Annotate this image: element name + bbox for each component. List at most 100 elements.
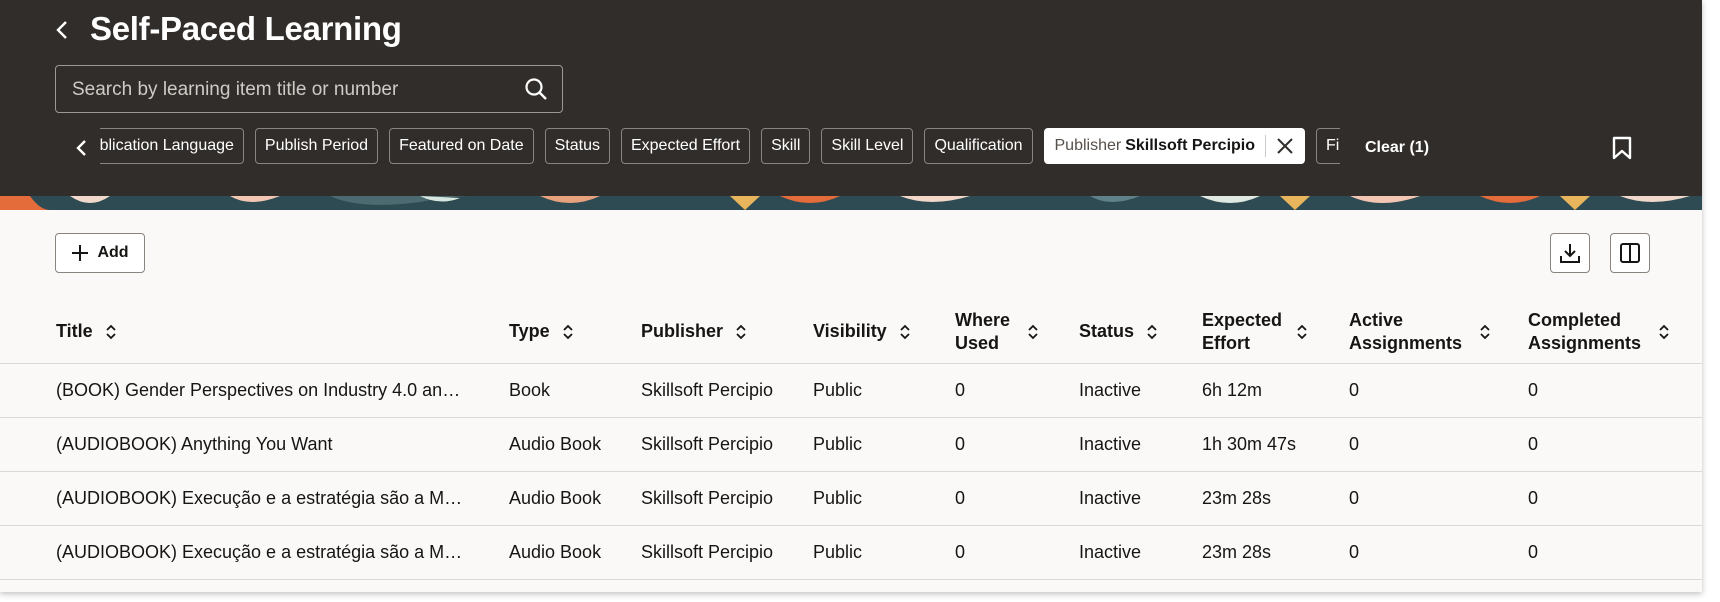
column-header-title[interactable]: Title (0, 300, 509, 364)
chip-publish-period[interactable]: Publish Period (254, 128, 379, 164)
title-link[interactable]: (AUDIOBOOK) Anything You Want (0, 417, 509, 472)
active-assignments-cell: 0 (1349, 471, 1528, 526)
chip-publication-language[interactable]: Publication Language (100, 128, 244, 164)
add-button[interactable]: Add (55, 233, 145, 273)
title-link[interactable]: (AUDIOBOOK) Execução e a estratégia são … (0, 471, 509, 526)
columns-icon (1620, 243, 1640, 263)
page-header: Self-Paced Learning Publication Language… (0, 0, 1702, 196)
where-used-cell: 0 (955, 417, 1079, 472)
table-row[interactable]: (AUDIOBOOK) Execução e a estratégia são … (0, 525, 1702, 580)
chips-scroll-left-button[interactable] (68, 134, 94, 162)
bookmark-icon (1612, 136, 1632, 160)
column-label: Status (1079, 321, 1135, 341)
page-title: Self-Paced Learning (90, 10, 402, 47)
column-header-expected-effort[interactable]: Expected Effort (1202, 300, 1349, 364)
search-input[interactable] (70, 66, 514, 114)
title-link[interactable]: (AUDIOBOOK) Execução e a estratégia são … (0, 525, 509, 580)
expected-effort-cell: 23m 28s (1202, 525, 1349, 580)
column-header-where-used[interactable]: Where Used (955, 300, 1079, 364)
completed-assignments-cell: 0 (1528, 525, 1702, 580)
active-assignments-cell: 0 (1349, 363, 1528, 418)
download-icon (1560, 244, 1580, 263)
chevron-left-icon (76, 140, 86, 156)
where-used-cell: 0 (955, 363, 1079, 418)
sort-icon[interactable] (1479, 323, 1491, 341)
chip-featured-on-date[interactable]: Featured on Date (389, 128, 534, 164)
column-label: Active Assignments (1349, 309, 1463, 353)
remove-filter-button[interactable] (1276, 137, 1294, 155)
sort-icon[interactable] (1296, 323, 1308, 341)
filter-chips-bar: Publication Language Publish Period Feat… (100, 128, 1340, 168)
where-used-cell: 0 (955, 525, 1079, 580)
chip-label: Skill Level (831, 137, 904, 154)
search-icon[interactable] (524, 77, 548, 106)
column-label: Type (509, 321, 550, 341)
column-header-type[interactable]: Type (509, 300, 641, 364)
status-cell: Inactive (1079, 417, 1202, 472)
title-link[interactable]: (BOOK) Gender Perspectives on Industry 4… (0, 363, 509, 418)
chip-label: Skill (771, 137, 801, 154)
visibility-cell: Public (813, 417, 955, 472)
table-row[interactable]: (AUDIOBOOK) Anything You Want Audio Book… (0, 417, 1702, 472)
chip-label: Publish Period (264, 137, 369, 154)
status-cell: Inactive (1079, 363, 1202, 418)
visibility-cell: Public (813, 363, 955, 418)
chevron-left-icon (56, 21, 67, 39)
column-layout-button[interactable] (1610, 233, 1650, 273)
sort-icon[interactable] (1027, 323, 1039, 341)
chip-skill[interactable]: Skill (761, 128, 811, 164)
add-button-label: Add (97, 244, 129, 261)
back-button[interactable] (48, 16, 76, 44)
expected-effort-cell: 1h 30m 47s (1202, 417, 1349, 472)
publisher-cell: Skillsoft Percipio (641, 525, 813, 580)
table-row[interactable]: (AUDIOBOOK) Execução e a estratégia são … (0, 471, 1702, 526)
chip-publisher-active[interactable]: Publisher Skillsoft Percipio (1043, 128, 1306, 164)
close-icon (1277, 138, 1293, 154)
download-button[interactable] (1550, 233, 1590, 273)
completed-assignments-cell: 0 (1528, 417, 1702, 472)
type-cell: Audio Book (509, 417, 641, 472)
table-row[interactable]: (BOOK) Gender Perspectives on Industry 4… (0, 363, 1702, 418)
column-label: Expected Effort (1202, 309, 1283, 353)
sort-icon[interactable] (1658, 323, 1670, 341)
chip-expected-effort[interactable]: Expected Effort (620, 128, 751, 164)
column-header-status[interactable]: Status (1079, 300, 1202, 364)
column-label: Completed Assignments (1528, 309, 1642, 353)
chip-label: Qualification (934, 137, 1023, 154)
type-cell: Book (509, 363, 641, 418)
main-content: Add Title Type Publisher Visibility Wher… (0, 210, 1702, 592)
bookmark-button[interactable] (1612, 136, 1632, 165)
active-filter-label: Publisher (1054, 137, 1122, 154)
column-header-publisher[interactable]: Publisher (641, 300, 813, 364)
column-header-active-assignments[interactable]: Active Assignments (1349, 300, 1528, 364)
visibility-cell: Public (813, 471, 955, 526)
chip-status[interactable]: Status (544, 128, 610, 164)
type-cell: Audio Book (509, 525, 641, 580)
sort-icon[interactable] (105, 323, 117, 341)
app-frame: Self-Paced Learning Publication Language… (0, 0, 1702, 592)
chip-label: Status (554, 137, 600, 154)
sort-icon[interactable] (1146, 323, 1158, 341)
completed-assignments-cell: 0 (1528, 471, 1702, 526)
filters-label: Filters (1326, 137, 1340, 154)
sort-icon[interactable] (735, 323, 747, 341)
status-cell: Inactive (1079, 525, 1202, 580)
clear-filters-link[interactable]: Clear (1) (1365, 139, 1429, 157)
column-header-visibility[interactable]: Visibility (813, 300, 955, 364)
chip-skill-level[interactable]: Skill Level (821, 128, 914, 164)
column-label: Title (56, 321, 93, 341)
sort-icon[interactable] (899, 323, 911, 341)
column-label: Where Used (955, 309, 1011, 353)
expected-effort-cell: 23m 28s (1202, 471, 1349, 526)
divider (1265, 135, 1267, 157)
column-header-completed-assignments[interactable]: Completed Assignments (1528, 300, 1702, 364)
sort-icon[interactable] (562, 323, 574, 341)
chip-label: Featured on Date (399, 137, 524, 154)
filters-button[interactable]: Filters (1316, 128, 1340, 164)
chip-label: Expected Effort (630, 137, 741, 154)
table-header-row: Title Type Publisher Visibility Where Us… (0, 300, 1702, 364)
chip-qualification[interactable]: Qualification (924, 128, 1033, 164)
publisher-cell: Skillsoft Percipio (641, 471, 813, 526)
chip-label: Publication Language (100, 137, 234, 154)
search-field[interactable] (55, 65, 563, 114)
